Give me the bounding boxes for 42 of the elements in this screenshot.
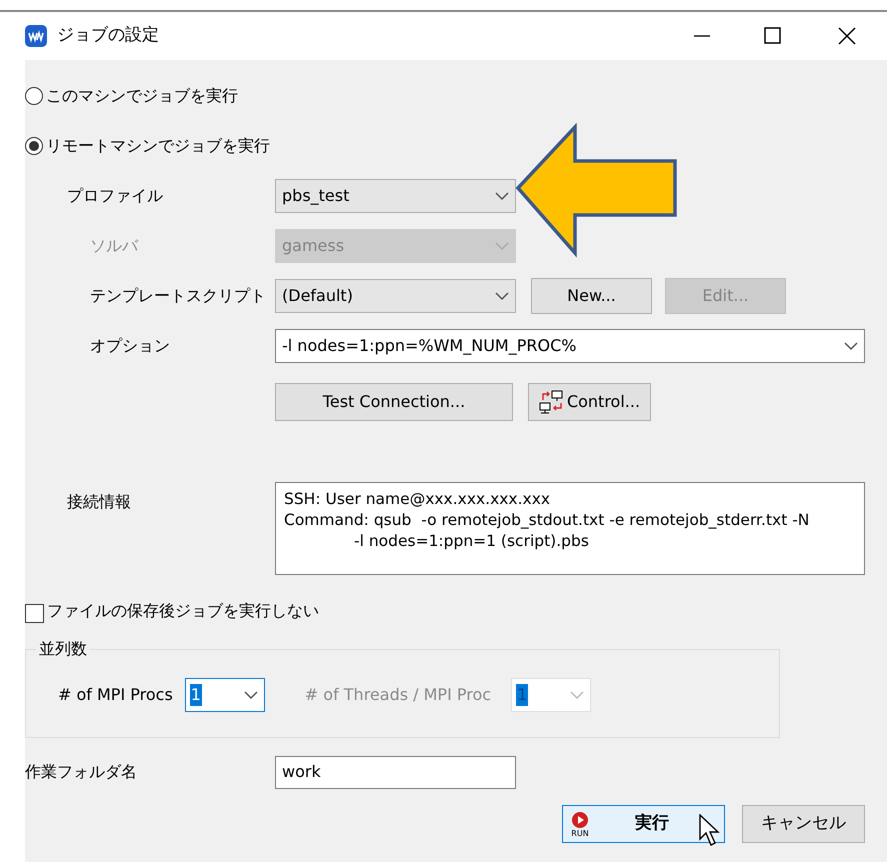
- field-label: 作業フォルダ名: [25, 761, 138, 783]
- radio-button[interactable]: [25, 137, 43, 155]
- caret-icon: [844, 342, 858, 350]
- field-label: # of Threads / MPI Proc: [304, 684, 492, 706]
- field-label: プロファイル: [66, 185, 164, 207]
- dropdown-value: -l nodes=1:ppn=%WM_NUM_PROC%: [282, 335, 576, 357]
- caret-icon: [495, 292, 509, 300]
- info-line: -l nodes=1:ppn=1 (script).pbs: [353, 531, 590, 552]
- dialog-button[interactable]: RUN 実行: [562, 805, 725, 843]
- info-line: SSH: User name@xxx.xxx.xxx.xxx: [284, 489, 552, 510]
- info-line: Command: qsub -o remotejob_stdout.txt -e remotejob_stderr.txt -N: [284, 510, 810, 531]
- dropdown-value: 1: [516, 684, 528, 706]
- dropdown-value: (Default): [282, 285, 353, 307]
- number-dropdown[interactable]: 1: [184, 678, 265, 712]
- dropdown[interactable]: (Default): [275, 279, 516, 313]
- field-label: テンプレートスクリプト: [89, 285, 267, 307]
- radio-label[interactable]: このマシンでジョブを実行: [46, 84, 238, 108]
- caret-icon: [495, 192, 509, 200]
- checkbox[interactable]: [25, 604, 44, 623]
- radio-label[interactable]: リモートマシンでジョブを実行: [46, 134, 270, 158]
- caret-icon: [570, 690, 584, 700]
- text-field[interactable]: work: [275, 756, 516, 788]
- field-label: オプション: [89, 335, 171, 357]
- cursor-icon: [699, 814, 721, 848]
- dialog-button[interactable]: キャンセル: [742, 805, 865, 843]
- window-title: ジョブの設定: [57, 24, 159, 48]
- dropdown[interactable]: pbs_test: [275, 179, 516, 213]
- caret-icon: [244, 690, 258, 700]
- checkbox-label[interactable]: ファイルの保存後ジョブを実行しない: [47, 599, 319, 623]
- template-button[interactable]: New...: [531, 278, 652, 314]
- field-label: # of MPI Procs: [58, 684, 173, 706]
- dropdown-value: gamess: [282, 235, 344, 257]
- field-label: ソルバ: [89, 235, 140, 257]
- radio-button[interactable]: [25, 87, 43, 105]
- dropdown-value: pbs_test: [282, 185, 350, 207]
- dropdown-value: 1: [190, 684, 202, 706]
- caret-icon: [495, 242, 509, 250]
- field-label: 接続情報: [66, 491, 132, 513]
- network-icon: [538, 390, 565, 414]
- option-dropdown[interactable]: -l nodes=1:ppn=%WM_NUM_PROC%: [275, 329, 865, 363]
- action-button[interactable]: Control...: [528, 383, 651, 421]
- action-button[interactable]: Test Connection...: [275, 383, 513, 421]
